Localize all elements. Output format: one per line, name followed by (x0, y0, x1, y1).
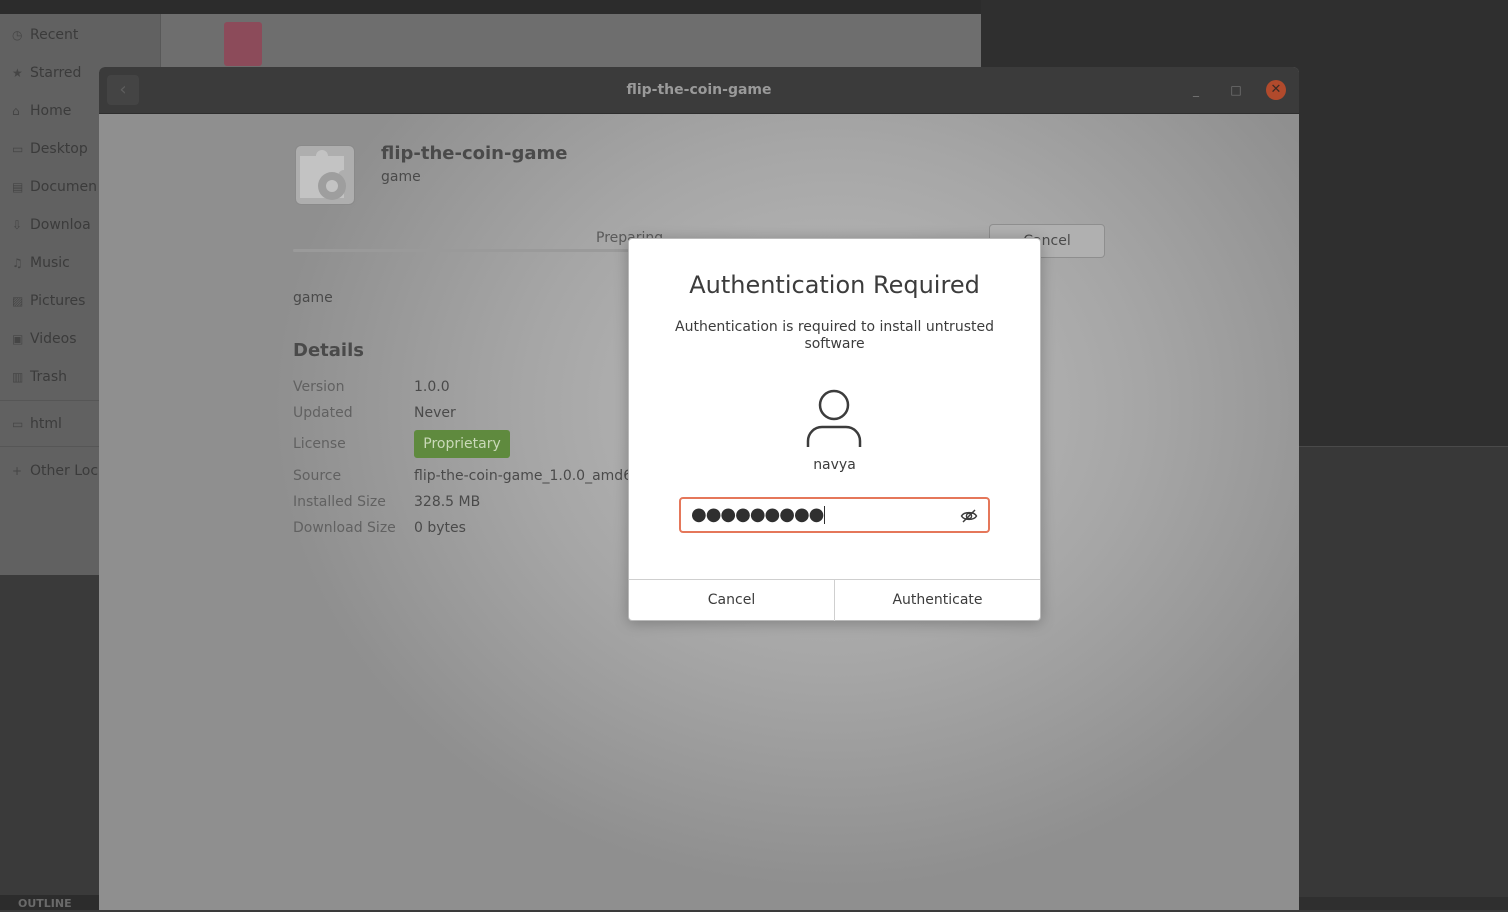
dialog-buttons: Cancel Authenticate (629, 579, 1040, 621)
trash-icon: ▥ (12, 370, 24, 384)
auth-dialog: Authentication Required Authentication i… (628, 238, 1041, 621)
installed-size-value: 328.5 MB (414, 494, 481, 510)
sidebar-item-desktop[interactable]: ▭ Desktop (12, 138, 88, 160)
plus-icon: + (12, 464, 23, 478)
cancel-button[interactable]: Cancel (629, 580, 835, 621)
dialog-title: Authentication Required (689, 271, 980, 299)
license-badge[interactable]: Proprietary (414, 430, 510, 458)
installed-size-label: Installed Size (293, 494, 386, 510)
video-icon: ▣ (12, 332, 24, 346)
dialog-message: Authentication is required to install un… (675, 319, 994, 352)
desktop-icon: ▭ (12, 142, 24, 156)
back-button[interactable]: ‹ (107, 75, 139, 105)
maximize-button[interactable]: □ (1226, 80, 1246, 100)
username-label: navya (813, 457, 856, 473)
chevron-left-icon: ‹ (119, 79, 127, 100)
minimize-icon: _ (1193, 83, 1199, 97)
music-icon: ♫ (12, 256, 23, 270)
app-summary: game (293, 290, 333, 306)
desktop-panel (1299, 446, 1508, 897)
top-strip (0, 0, 981, 14)
maximize-icon: □ (1230, 83, 1242, 97)
password-value: ●●●●●●●●● (691, 504, 826, 525)
eye-slash-icon[interactable] (960, 507, 978, 525)
app-subtitle: game (381, 169, 421, 185)
version-label: Version (293, 379, 345, 395)
sidebar-item-home[interactable]: ⌂ Home (12, 100, 71, 122)
sidebar-item-pictures[interactable]: ▨ Pictures (12, 290, 85, 312)
minimize-button[interactable]: _ (1186, 80, 1206, 100)
sidebar-item-trash[interactable]: ▥ Trash (12, 366, 67, 388)
folder-icon: ▭ (12, 417, 24, 431)
version-value: 1.0.0 (414, 379, 450, 395)
clock-icon: ◷ (12, 28, 23, 42)
authenticate-button[interactable]: Authenticate (835, 580, 1040, 621)
source-label: Source (293, 468, 342, 484)
outline-label: OUTLINE (0, 895, 99, 910)
close-button[interactable]: ✕ (1266, 80, 1286, 100)
headerbar: flip-the-coin-game ‹ _ □ ✕ (99, 67, 1299, 114)
document-icon: ▤ (12, 180, 24, 194)
close-icon: ✕ (1270, 82, 1282, 97)
picture-icon: ▨ (12, 294, 24, 308)
download-size-label: Download Size (293, 520, 396, 536)
app-icon (295, 145, 355, 205)
license-label: License (293, 436, 346, 452)
app-name: flip-the-coin-game (381, 143, 568, 164)
sidebar-item-html[interactable]: ▭ html (12, 413, 62, 435)
sidebar-item-starred[interactable]: ★ Starred (12, 62, 81, 84)
window-title: flip-the-coin-game (626, 82, 772, 98)
sidebar-item-music[interactable]: ♫ Music (12, 252, 70, 274)
source-value: flip-the-coin-game_1.0.0_amd64 (414, 468, 642, 484)
details-heading: Details (293, 340, 364, 361)
sidebar-item-documents[interactable]: ▤ Documen (12, 176, 97, 198)
user-avatar-icon (804, 385, 864, 451)
download-size-value: 0 bytes (414, 520, 466, 536)
file-thumbnail[interactable] (224, 22, 262, 66)
sidebar-item-downloads[interactable]: ⇩ Downloa (12, 214, 91, 236)
updated-label: Updated (293, 405, 353, 421)
progress-bar (293, 249, 633, 252)
star-icon: ★ (12, 66, 23, 80)
sidebar-item-recent[interactable]: ◷ Recent (12, 24, 78, 46)
updated-value: Never (414, 405, 456, 421)
sidebar-item-videos[interactable]: ▣ Videos (12, 328, 77, 350)
sidebar-item-other-locations[interactable]: + Other Loc (12, 460, 98, 482)
puzzle-icon (300, 150, 346, 200)
home-icon: ⌂ (12, 104, 20, 118)
password-field[interactable]: ●●●●●●●●● (679, 497, 990, 533)
download-icon: ⇩ (12, 218, 23, 232)
